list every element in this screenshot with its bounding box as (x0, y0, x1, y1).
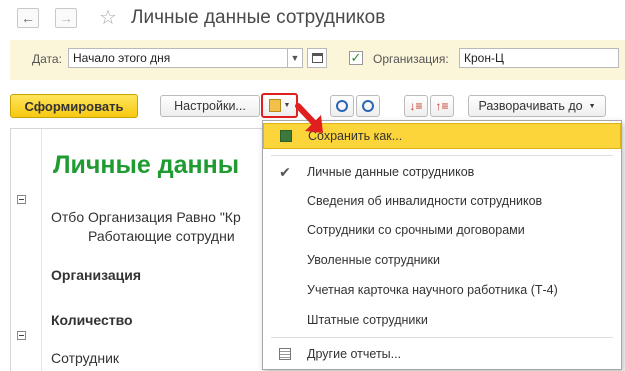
menu-item-label: Сведения об инвалидности сотрудников (307, 194, 543, 208)
report-title: Личные данны (53, 151, 240, 179)
employee-header: Сотрудник (51, 350, 120, 366)
menu-item-staff-employees[interactable]: Штатные сотрудники (263, 307, 621, 333)
settings-button[interactable]: Настройки... (160, 95, 260, 117)
menu-item-other-reports[interactable]: Другие отчеты... (263, 341, 621, 367)
menu-item-label: Уволенные сотрудники (307, 253, 440, 267)
back-button[interactable]: ← (17, 8, 39, 28)
menu-item-research-worker-card[interactable]: Учетная карточка научного работника (Т-4… (263, 277, 621, 303)
grouping-gutter (11, 129, 42, 371)
organization-label: Организация: (373, 52, 449, 66)
report-area: Личные данны Отбо Организация Равно "Кр … (10, 128, 271, 371)
window-title: Личные данные сотрудников (131, 7, 386, 28)
menu-item-label: Другие отчеты... (307, 347, 402, 361)
sort-descending-icon: ↑≡ (435, 99, 449, 113)
report-variants-menu: Сохранить как... ✔ Личные данные сотрудн… (262, 120, 622, 370)
count-header: Количество (51, 312, 133, 328)
arrow-right-icon: → (59, 10, 73, 26)
menu-item-disability-info[interactable]: Сведения об инвалидности сотрудников (263, 188, 621, 214)
favorite-star-icon[interactable]: ☆ (99, 5, 117, 30)
expand-to-label: Разворачивать до (478, 99, 583, 113)
menu-item-label: Штатные сотрудники (307, 313, 428, 327)
annotation-arrow-icon (295, 103, 323, 133)
collapse-group-icon[interactable] (17, 195, 26, 204)
sort-ascending-button[interactable]: ↓≡ (404, 95, 428, 117)
calendar-icon (311, 53, 323, 63)
search-button[interactable] (330, 95, 354, 117)
report-variant-icon (268, 99, 281, 112)
search-next-button[interactable] (356, 95, 380, 117)
organization-field[interactable]: Крон-Ц (459, 48, 619, 68)
date-field[interactable]: Начало этого дня (68, 48, 288, 68)
menu-divider (271, 155, 613, 156)
triangle-down-icon: ▼ (290, 53, 300, 63)
filter-organization-text: Организация Равно "Кр (88, 209, 241, 225)
menu-item-label: Учетная карточка научного работника (Т-4… (307, 283, 558, 297)
date-label: Дата: (32, 52, 62, 66)
organization-header: Организация (51, 267, 142, 283)
filter-label: Отбо (51, 209, 85, 225)
date-calendar-button[interactable] (307, 48, 327, 68)
menu-item-personal-data[interactable]: ✔ Личные данные сотрудников (263, 159, 621, 185)
generate-button[interactable]: Сформировать (10, 94, 138, 118)
search-icon (336, 100, 348, 112)
filter-working-text: Работающие сотрудни (88, 228, 235, 244)
arrow-left-icon: ← (21, 10, 35, 26)
checkmark-icon: ✔ (279, 163, 291, 180)
menu-divider (271, 337, 613, 338)
triangle-down-icon: ▼ (588, 102, 596, 110)
forward-button[interactable]: → (55, 8, 77, 28)
organization-checkbox[interactable]: ✓ (349, 50, 363, 65)
checkmark-icon: ✓ (350, 50, 362, 65)
date-dropdown-button[interactable]: ▼ (287, 48, 303, 68)
report-list-icon (277, 346, 293, 362)
menu-item-dismissed-employees[interactable]: Уволенные сотрудники (263, 247, 621, 273)
menu-item-fixed-term-contracts[interactable]: Сотрудники со срочными договорами (263, 217, 621, 243)
sort-descending-button[interactable]: ↑≡ (430, 95, 454, 117)
search-next-icon (362, 100, 374, 112)
expand-to-dropdown[interactable]: Разворачивать до ▼ (468, 95, 606, 117)
sort-ascending-icon: ↓≡ (409, 99, 423, 113)
collapse-group-icon[interactable] (17, 331, 26, 340)
menu-item-label: Сотрудники со срочными договорами (307, 223, 525, 237)
menu-item-label: Личные данные сотрудников (307, 165, 475, 179)
